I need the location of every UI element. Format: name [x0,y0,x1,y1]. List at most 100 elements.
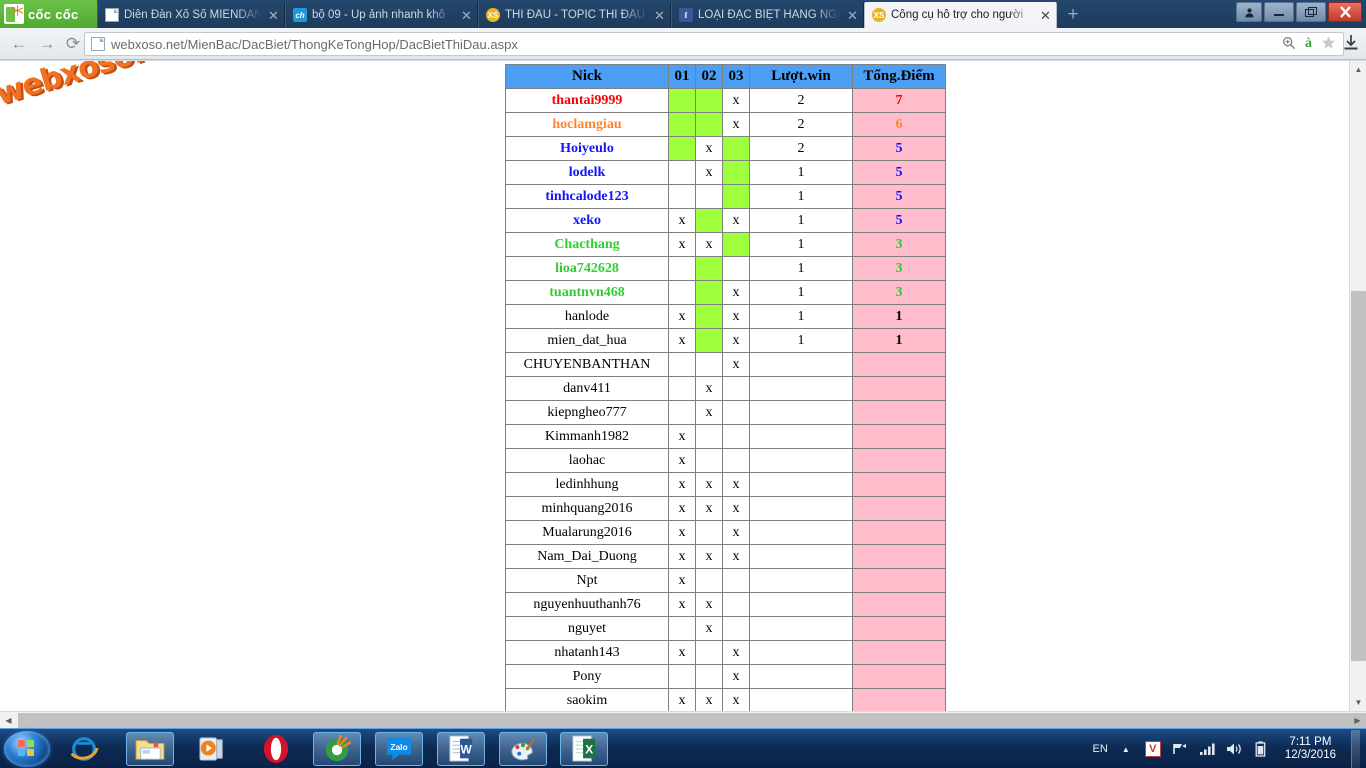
tab-3-close-icon[interactable]: ✕ [846,9,859,22]
cell-round-03 [722,376,750,401]
signal-icon[interactable] [1198,740,1216,758]
table-row: nguyet x [505,616,946,641]
table-body: thantai9999 x 2 7 hoclamgiau x 2 6 Hoiyeulo x 2 5 lo… [505,88,946,713]
cell-luotwin [749,592,853,617]
cell-round-03 [722,424,750,449]
battery-icon[interactable] [1252,740,1270,758]
cell-luotwin: 2 [749,88,853,113]
tab-3[interactable]: f LOẠI ĐẶC BIỆT HÀNG NGÀ ✕ [671,2,864,28]
taskbar-internet-explorer[interactable] [60,732,108,766]
horizontal-scrollbar-thumb[interactable] [18,713,1366,728]
cell-nick: Hoiyeulo [505,136,669,161]
coccoc-logo-icon [4,4,24,24]
tab-strip: cốc cốc Diễn Đàn Xổ Số MIENDAN ✕ ch bộ 0… [0,0,1366,28]
cell-tongdiem [852,664,946,689]
scroll-up-arrow-icon[interactable]: ▲ [1350,61,1366,78]
reload-button[interactable]: ⟳ [62,34,84,54]
minimize-button[interactable] [1264,2,1294,22]
cell-round-01: x [668,424,696,449]
xs-icon: XS [486,8,500,22]
table-row: Nam_Dai_Duong x x x [505,544,946,569]
clock-time: 7:11 PM [1289,736,1332,748]
coccoc-brand-logo[interactable]: cốc cốc [0,0,97,28]
cell-round-01: x [668,208,696,233]
cell-luotwin: 1 [749,160,853,185]
cell-round-01 [668,160,696,185]
cell-round-03: x [722,472,750,497]
bookmark-star-icon[interactable] [1321,35,1336,53]
network-icon[interactable] [1171,740,1189,758]
cell-tongdiem: 5 [852,208,946,233]
cell-luotwin: 1 [749,208,853,233]
taskbar-opera[interactable] [252,732,300,766]
cell-luotwin [749,472,853,497]
cell-tongdiem [852,544,946,569]
cell-round-01: x [668,544,696,569]
tab-4-close-icon[interactable]: ✕ [1039,9,1052,22]
taskbar-media-player[interactable] [188,732,236,766]
start-button[interactable] [4,731,50,767]
horizontal-scrollbar[interactable]: ◀ ▶ [0,711,1366,728]
volume-icon[interactable] [1225,740,1243,758]
cell-luotwin [749,520,853,545]
scroll-right-arrow-icon[interactable]: ▶ [1349,712,1366,729]
vertical-scrollbar[interactable]: ▲ ▼ [1349,61,1366,711]
scroll-left-arrow-icon[interactable]: ◀ [0,712,17,729]
cell-luotwin: 2 [749,112,853,137]
taskbar-zalo[interactable]: Zalo [375,732,423,766]
table-row: minhquang2016 x x x [505,496,946,521]
download-icon[interactable] [1342,34,1362,54]
close-window-button[interactable] [1328,2,1362,22]
folder-icon [135,740,165,760]
tab-0-close-icon[interactable]: ✕ [267,9,280,22]
forward-button[interactable]: → [36,34,58,54]
cell-luotwin [749,424,853,449]
vertical-scrollbar-thumb[interactable] [1351,291,1366,661]
cell-luotwin: 1 [749,184,853,209]
table-row: tinhcalode123 1 5 [505,184,946,209]
cell-nick: saokim [505,688,669,713]
restore-button[interactable] [1296,2,1326,22]
user-profile-button[interactable] [1236,2,1262,22]
taskbar-excel[interactable]: X [560,732,608,766]
tray-language-indicator[interactable]: EN [1093,743,1108,755]
cell-luotwin [749,640,853,665]
cell-luotwin: 1 [749,256,853,281]
new-tab-button[interactable]: + [1062,5,1084,25]
cell-round-02: x [695,472,723,497]
column-header-01: 01 [668,64,696,89]
back-button[interactable]: ← [8,34,30,54]
minimize-icon [1274,14,1284,16]
cell-round-01 [668,400,696,425]
taskbar-file-explorer[interactable] [126,732,174,766]
cell-tongdiem: 6 [852,112,946,137]
scroll-down-arrow-icon[interactable]: ▼ [1350,694,1366,711]
tab-2[interactable]: XS THI ĐẤU - TOPIC THI ĐẤU ✕ [478,2,671,28]
taskbar-coccoc[interactable] [313,732,361,766]
svg-text:W: W [460,743,472,757]
cell-tongdiem [852,640,946,665]
cell-round-01: x [668,448,696,473]
antivirus-icon[interactable]: V [1144,740,1162,758]
taskbar-clock[interactable]: 7:11 PM 12/3/2016 [1279,736,1342,762]
webxoso-watermark-logo: webxoso.net [0,61,199,113]
zoom-icon[interactable] [1282,36,1296,53]
cell-round-02: x [695,688,723,713]
tab-2-close-icon[interactable]: ✕ [653,9,666,22]
column-header-tongdiem: Tổng.Điểm [852,64,946,89]
tab-0[interactable]: Diễn Đàn Xổ Số MIENDAN ✕ [97,2,285,28]
taskbar-word[interactable]: W [437,732,485,766]
translate-icon[interactable]: à [1305,36,1312,52]
address-bar[interactable]: webxoso.net/MienBac/DacBiet/ThongKeTongH… [84,32,1344,56]
show-hidden-icons-button[interactable]: ▲ [1117,740,1135,758]
column-header-luotwin: Lượt.win [749,64,853,89]
tab-1-label: bộ 09 - Up ảnh nhanh khô [312,9,445,21]
tab-4-active[interactable]: XS Công cụ hỗ trợ cho người ✕ [864,2,1057,28]
cell-round-02 [695,520,723,545]
taskbar-paint[interactable] [499,732,547,766]
show-desktop-button[interactable] [1351,730,1360,768]
tab-1-close-icon[interactable]: ✕ [460,9,473,22]
cell-round-02: x [695,616,723,641]
tab-1[interactable]: ch bộ 09 - Up ảnh nhanh khô ✕ [285,2,478,28]
facebook-icon: f [679,8,693,22]
